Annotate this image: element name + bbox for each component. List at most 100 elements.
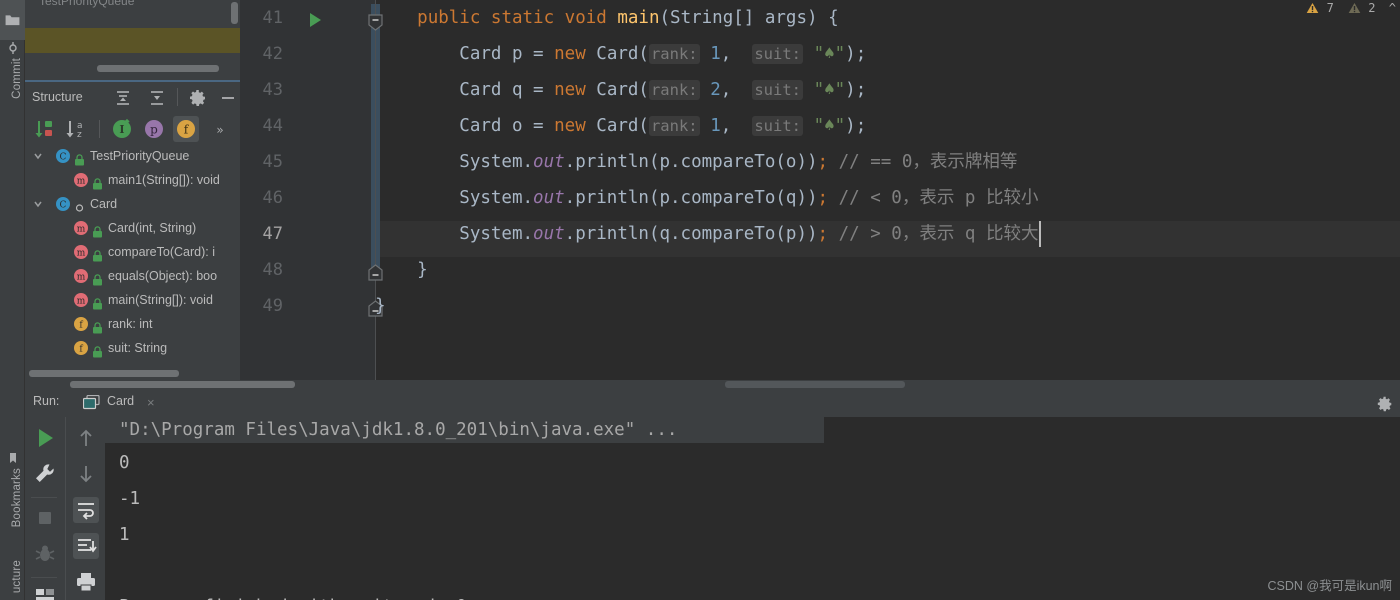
code-line[interactable]: } xyxy=(375,288,386,324)
run-gutter-icon[interactable] xyxy=(308,12,322,28)
collapse-all-icon[interactable] xyxy=(147,88,167,108)
print-button[interactable] xyxy=(73,569,99,595)
chevron-down-icon[interactable] xyxy=(33,192,45,216)
structure-tree-item[interactable]: f suit: String xyxy=(25,336,240,360)
gear-icon[interactable] xyxy=(1376,395,1394,413)
code-token: suit: xyxy=(752,80,804,100)
structure-item-kind-icon: C xyxy=(55,196,71,212)
code-token: , xyxy=(720,116,753,136)
structure-tree[interactable]: C TestPriorityQueue m main1(String[]): void… xyxy=(25,144,240,366)
code-token: new xyxy=(554,116,597,136)
code-line[interactable]: Card q = new Card(rank: 2, suit: "♠"); xyxy=(375,72,866,108)
code-line[interactable]: System.out.println(p.compareTo(q)); // <… xyxy=(375,180,1038,216)
code-token: public static void xyxy=(417,8,618,28)
code-token: System. xyxy=(375,152,534,172)
sort-alphabetically-icon[interactable]: a z xyxy=(63,116,89,142)
project-selected-row[interactable] xyxy=(25,28,240,53)
structure-title: Structure xyxy=(32,90,83,104)
code-token: 1 xyxy=(710,116,721,136)
scroll-end-icon xyxy=(78,539,97,553)
bookmark-icon xyxy=(10,453,16,463)
show-fields-icon[interactable]: f xyxy=(173,116,199,142)
structure-item-label: main1(String[]): void xyxy=(108,173,220,187)
code-editor[interactable]: 41 42 43 44 45 46 47 48 49 public static void ma… xyxy=(240,0,1400,380)
structure-tree-item[interactable]: m Card(int, String) xyxy=(25,216,240,240)
code-line[interactable]: Card o = new Card(rank: 1, suit: "♠"); xyxy=(375,108,866,144)
rerun-button[interactable] xyxy=(32,425,58,451)
structure-item-label: compareTo(Card): i xyxy=(108,245,215,259)
soft-wrap-icon xyxy=(78,503,94,520)
scroll-to-end-button[interactable] xyxy=(73,533,99,559)
overflow-icon[interactable]: » xyxy=(207,116,233,142)
project-vertical-scrollbar[interactable] xyxy=(231,2,238,24)
chevron-down-icon[interactable] xyxy=(33,144,45,168)
down-button[interactable] xyxy=(73,461,99,487)
code-line[interactable]: System.out.println(q.compareTo(p)); // >… xyxy=(375,216,1038,252)
svg-text:C: C xyxy=(60,201,67,211)
edit-configurations-button[interactable] xyxy=(32,461,58,487)
close-icon[interactable]: × xyxy=(147,395,155,410)
up-button[interactable] xyxy=(73,425,99,451)
structure-tree-item[interactable]: C TestPriorityQueue xyxy=(25,144,240,168)
inspections-widget[interactable]: 7 2 ^ xyxy=(1306,1,1396,17)
structure-tree-item[interactable]: m main(String[]): void xyxy=(25,288,240,312)
code-line[interactable]: } xyxy=(375,252,428,288)
structure-item-label: main(String[]): void xyxy=(108,293,213,307)
rerun-failed-button[interactable] xyxy=(32,541,58,567)
structure-tree-item[interactable]: m main1(String[]): void xyxy=(25,168,240,192)
line-number: 48 xyxy=(262,260,283,280)
show-inherited-icon[interactable]: I xyxy=(109,116,135,142)
weak-warning-count: 2 xyxy=(1368,1,1376,15)
structure-tree-item[interactable]: C Card xyxy=(25,192,240,216)
structure-toolbar: a z I p f » xyxy=(25,114,240,144)
project-tool-button[interactable] xyxy=(0,0,25,40)
project-horizontal-scrollbar-thumb[interactable] xyxy=(97,65,219,72)
structure-item-visibility-icon xyxy=(74,198,85,212)
editor-gutter[interactable]: 41 42 43 44 45 46 47 48 49 xyxy=(240,0,375,380)
structure-tree-item[interactable]: m equals(Object): boo xyxy=(25,264,240,288)
project-row-label: TestPriorityQueue xyxy=(39,0,135,8)
code-line[interactable]: Card p = new Card(rank: 1, suit: "♠"); xyxy=(375,36,866,72)
code-token: .println(p.compareTo(o)) xyxy=(564,152,818,172)
line-number: 41 xyxy=(262,8,283,28)
line-number: 46 xyxy=(262,188,283,208)
code-token: ); xyxy=(845,116,867,136)
svg-text:m: m xyxy=(77,249,86,259)
gear-icon[interactable] xyxy=(188,88,208,108)
structure-item-label: TestPriorityQueue xyxy=(90,149,190,163)
run-tab-scrollbar-thumb-secondary[interactable] xyxy=(725,381,905,388)
editor-text-area[interactable]: public static void main(String[] args) {… xyxy=(375,0,1400,380)
console-output-line: 0 xyxy=(119,453,130,473)
layout-settings-button[interactable] xyxy=(32,583,58,600)
code-token: System. xyxy=(375,188,534,208)
structure-tree-item[interactable]: f rank: int xyxy=(25,312,240,336)
structure-tree-item[interactable]: m compareTo(Card): i xyxy=(25,240,240,264)
code-line[interactable]: public static void main(String[] args) { xyxy=(375,0,838,36)
project-tool-window[interactable]: TestPriorityQueue xyxy=(25,0,240,82)
structure-item-visibility-icon xyxy=(74,150,85,166)
code-token: out xyxy=(533,152,565,172)
code-token: Card( xyxy=(596,80,649,100)
console-output[interactable]: "D:\Program Files\Java\jdk1.8.0_201\bin\… xyxy=(105,417,1400,600)
expand-all-icon[interactable] xyxy=(113,88,133,108)
line-number: 49 xyxy=(262,296,283,316)
code-token: out xyxy=(533,188,565,208)
code-token: // == 0，表示牌相等 xyxy=(838,152,1018,172)
show-properties-icon[interactable]: p xyxy=(141,116,167,142)
code-token: new xyxy=(554,80,597,100)
code-token: .println(p.compareTo(q)) xyxy=(564,188,818,208)
structure-item-label: suit: String xyxy=(108,341,168,355)
code-line[interactable]: System.out.println(p.compareTo(o)); // =… xyxy=(375,144,1017,180)
code-token: ; xyxy=(817,188,829,208)
run-tab-scrollbar-thumb[interactable] xyxy=(70,381,295,388)
soft-wrap-button[interactable] xyxy=(73,497,99,523)
text-caret xyxy=(1039,221,1042,247)
minimize-icon[interactable] xyxy=(218,88,238,108)
stop-button[interactable] xyxy=(32,505,58,531)
structure-hscrollbar-thumb[interactable] xyxy=(29,370,179,377)
sort-by-visibility-icon[interactable] xyxy=(31,116,57,142)
